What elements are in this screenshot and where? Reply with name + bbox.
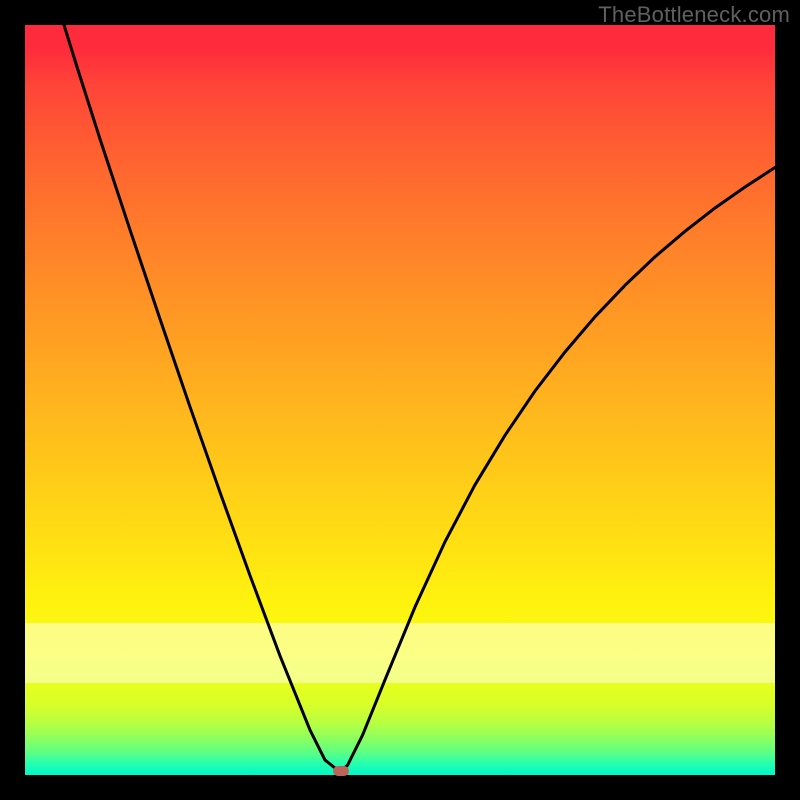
plot-area xyxy=(25,25,775,775)
minimum-marker xyxy=(333,766,349,776)
watermark-text: TheBottleneck.com xyxy=(598,2,790,28)
chart-frame: TheBottleneck.com xyxy=(0,0,800,800)
